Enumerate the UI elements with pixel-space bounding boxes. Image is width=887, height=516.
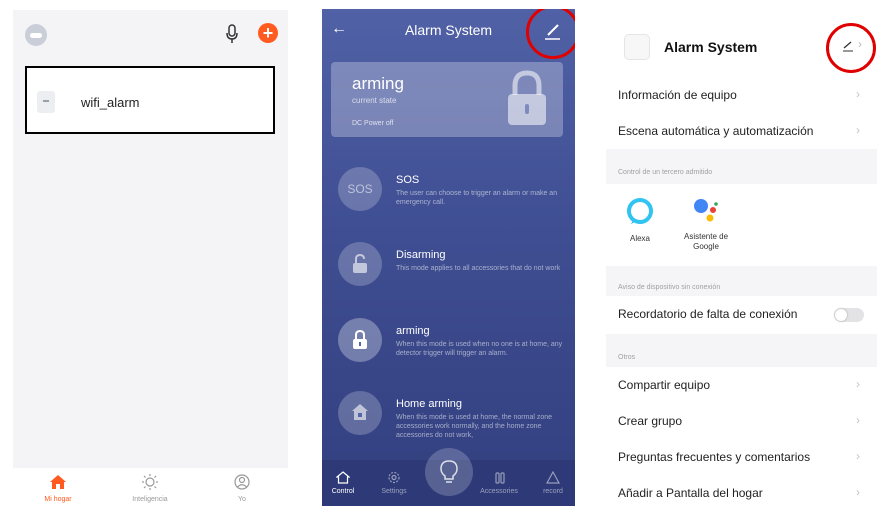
unlock-icon-button <box>338 242 382 286</box>
service-label: Asistente de Google <box>683 232 729 251</box>
chevron-right-icon: › <box>856 123 860 137</box>
chevron-right-icon: › <box>856 449 860 463</box>
tab-accessories[interactable]: Accessories <box>474 471 524 495</box>
state-caption: current state <box>352 96 397 105</box>
highlight-circle <box>826 23 876 73</box>
section-otros: Otros <box>606 334 877 367</box>
state-value: arming <box>352 74 404 93</box>
section-caption: Otros <box>618 354 636 361</box>
row-compartir-equipo[interactable]: Compartir equipo › <box>606 367 877 403</box>
bottom-tab-bar: Control Settings Accessories record <box>322 448 575 506</box>
bottom-tab-bar: Mi hogar Inteligencia Yo <box>13 468 288 516</box>
device-title: Alarm System <box>664 39 758 55</box>
row-informacion-equipo[interactable]: Información de equipo › <box>606 77 877 113</box>
service-alexa[interactable]: Alexa <box>610 196 670 244</box>
row-preguntas-frecuentes[interactable]: Preguntas frecuentes y comentarios › <box>606 439 877 475</box>
home-screen: + wifi_alarm Mi hogar Inteligencia Yo <box>13 10 288 516</box>
sun-icon <box>142 474 158 490</box>
offline-reminder-toggle[interactable] <box>834 308 864 322</box>
mode-description: This mode applies to all accessories tha… <box>396 265 561 272</box>
third-party-services: Alexa Asistente de Google <box>606 184 877 266</box>
row-escena-automatica[interactable]: Escena automática y automatización › <box>606 113 877 149</box>
mode-description: When this mode is used when no one is at… <box>396 341 563 357</box>
home-icon <box>336 471 350 484</box>
tab-record[interactable]: record <box>528 471 575 495</box>
section-offline: Aviso de dispositivo sin conexión <box>606 266 877 296</box>
home-avatar[interactable] <box>25 24 47 46</box>
row-crear-grupo[interactable]: Crear grupo › <box>606 403 877 439</box>
chevron-right-icon: › <box>856 485 860 499</box>
tab-inteligencia[interactable]: Inteligencia <box>120 474 180 503</box>
chevron-right-icon: › <box>856 413 860 427</box>
tab-settings[interactable]: Settings <box>369 471 419 495</box>
device-icon <box>37 91 55 113</box>
sos-icon: SOS <box>338 167 382 211</box>
tab-label: Yo <box>238 496 246 503</box>
lock-icon <box>508 70 546 125</box>
row-label: Añadir a Pantalla del hogar <box>618 486 763 500</box>
device-name: wifi_alarm <box>81 95 140 110</box>
google-assistant-icon <box>694 199 718 222</box>
center-bulb-button[interactable] <box>425 448 473 496</box>
tab-label: Mi hogar <box>44 496 72 503</box>
device-thumbnail <box>624 34 650 60</box>
lock-icon <box>353 329 367 349</box>
row-label: Crear grupo <box>618 414 683 428</box>
row-recordatorio-conexion: Recordatorio de falta de conexión <box>606 296 877 334</box>
warning-icon <box>546 471 560 484</box>
row-anadir-pantalla[interactable]: Añadir a Pantalla del hogar › <box>606 475 877 511</box>
mode-title: SOS <box>396 174 420 186</box>
current-state-card: arming current state DC Power off <box>331 62 563 137</box>
mode-description: When this mode is used at home, the norm… <box>396 414 553 439</box>
lock-icon-button <box>338 318 382 362</box>
unlock-icon <box>353 253 367 273</box>
tab-label: Accessories <box>480 488 518 495</box>
device-card[interactable]: wifi_alarm <box>25 66 275 134</box>
row-label: Información de equipo <box>618 88 737 102</box>
device-settings-screen: Alarm System › Información de equipo › E… <box>606 22 877 516</box>
alexa-icon <box>627 198 653 224</box>
tab-control[interactable]: Control <box>322 471 368 495</box>
home-icon <box>50 475 66 489</box>
lightbulb-icon <box>440 460 458 483</box>
row-label: Preguntas frecuentes y comentarios <box>618 450 811 464</box>
mode-title: arming <box>396 325 430 337</box>
chevron-right-icon: › <box>856 377 860 391</box>
tab-label: Settings <box>381 488 407 495</box>
home-lock-icon-button <box>338 391 382 435</box>
tab-yo[interactable]: Yo <box>212 474 272 503</box>
service-google-assistant[interactable]: Asistente de Google <box>676 196 736 252</box>
gear-icon <box>388 471 400 484</box>
accessories-icon <box>495 472 505 484</box>
section-caption: Control de un tercero admitido <box>618 169 713 176</box>
chevron-right-icon: › <box>856 87 860 101</box>
add-device-button[interactable]: + <box>258 23 278 43</box>
profile-icon <box>234 474 250 490</box>
mode-description: The user can choose to trigger an alarm … <box>396 190 558 206</box>
row-label: Recordatorio de falta de conexión <box>618 307 798 321</box>
tab-label: record <box>543 488 563 495</box>
home-lock-icon <box>352 404 368 420</box>
mode-title: Home arming <box>396 398 463 410</box>
power-status: DC Power off <box>352 120 394 127</box>
section-caption: Aviso de dispositivo sin conexión <box>618 284 721 291</box>
mode-title: Disarming <box>396 249 446 261</box>
highlight-circle <box>526 9 575 59</box>
tab-mi-hogar[interactable]: Mi hogar <box>28 474 88 503</box>
settings-header: Alarm System › <box>606 22 877 73</box>
microphone-icon[interactable] <box>225 24 239 44</box>
service-label: Alexa <box>629 234 650 243</box>
section-third-party: Control de un tercero admitido <box>606 149 877 184</box>
alarm-control-screen: ← Alarm System arming current state DC P… <box>322 9 575 506</box>
row-label: Escena automática y automatización <box>618 124 814 138</box>
tab-label: Control <box>331 488 355 495</box>
tab-label: Inteligencia <box>132 496 168 503</box>
row-label: Compartir equipo <box>618 378 711 392</box>
